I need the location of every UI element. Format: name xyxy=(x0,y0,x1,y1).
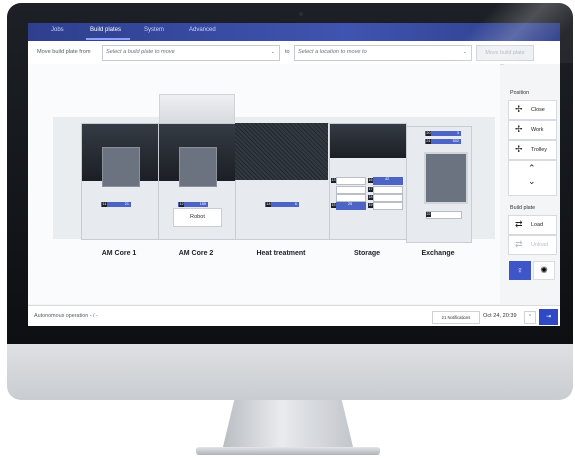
build-plate-heading: Build plate xyxy=(510,205,536,211)
monitor-stand-base xyxy=(196,447,380,455)
tab-system[interactable]: System xyxy=(144,27,164,33)
storage-slot-key: 13 xyxy=(331,178,336,183)
unload-icon: ⇄ xyxy=(515,239,523,249)
move-vertical-icon: ✢ xyxy=(515,144,523,154)
position-close-button[interactable]: ✢ Close xyxy=(508,100,557,120)
module-window xyxy=(179,147,217,187)
monitor-chin xyxy=(7,343,573,400)
monitor-stand-neck xyxy=(222,396,354,451)
unload-button[interactable]: ⇄ Unload xyxy=(508,235,557,255)
storage-slot[interactable] xyxy=(336,177,366,185)
position-trolley-button[interactable]: ✢ Trolley xyxy=(508,140,557,160)
storage-slot[interactable] xyxy=(373,202,403,210)
build-plate-tag[interactable]: 14 6 xyxy=(265,202,299,207)
position-heading: Position xyxy=(510,90,530,96)
load-icon: ⇄ xyxy=(515,219,523,229)
position-work-button[interactable]: ✢ Work xyxy=(508,120,557,140)
tab-advanced[interactable]: Advanced xyxy=(189,27,216,33)
app-screen: Jobs Build plates System Advanced Move b… xyxy=(28,23,560,326)
module-label-exchange: Exchange xyxy=(421,250,455,257)
build-plate-tag[interactable]: 20 3 xyxy=(425,131,461,136)
move-build-plate-button[interactable]: Move build plate xyxy=(476,45,534,61)
chevron-down-icon[interactable]: ⌄ xyxy=(528,176,536,187)
plant-overview: 11 21 AM Core 1 12 155 Robot AM Core 2 14 6… xyxy=(28,64,500,304)
operation-mode: Autonomous operation - / - xyxy=(34,313,98,319)
exchange-slot-key: 22 xyxy=(426,212,431,217)
chevron-down-icon: ⌄ xyxy=(462,49,467,55)
storage-slot-key: 18 xyxy=(368,195,373,200)
storage-slot[interactable] xyxy=(373,194,403,202)
datetime: Oct 24, 20:39 xyxy=(483,313,517,319)
storage-slot-key: 16 xyxy=(368,178,373,183)
logout-icon[interactable]: ⇥ xyxy=(539,309,558,325)
chevron-down-icon: ⌄ xyxy=(270,49,275,55)
build-plate-tag[interactable]: 12 155 xyxy=(178,202,208,207)
load-button[interactable]: ⇄ Load xyxy=(508,215,557,235)
control-panel: Position ✢ Close ✢ Work ✢ Trolley ⌃ ⌄ Bu… xyxy=(504,64,560,304)
storage-slot[interactable] xyxy=(373,186,403,194)
module-label-am-core-1: AM Core 1 xyxy=(101,250,137,257)
move-from-label: Move build plate from xyxy=(37,49,91,55)
status-bar: Autonomous operation - / - 21 Notificati… xyxy=(28,305,560,326)
robot-gantry xyxy=(159,94,235,125)
module-label-heat-treatment: Heat treatment xyxy=(256,250,306,257)
storage-slot[interactable] xyxy=(336,194,366,202)
notifications-button[interactable]: 21 Notifications xyxy=(432,311,480,324)
build-plate-select[interactable]: Select a build plate to move ⌄ xyxy=(102,45,280,61)
build-plate-tag[interactable]: 21 502 xyxy=(425,139,461,144)
top-tab-bar: Jobs Build plates System Advanced xyxy=(28,23,560,41)
lightbulb-icon[interactable]: ♀ xyxy=(509,261,531,280)
active-tab-indicator xyxy=(86,38,130,40)
storage-slot-key: 17 xyxy=(368,187,373,192)
storage-slot[interactable] xyxy=(336,186,366,194)
chevron-up-icon[interactable]: ⌃ xyxy=(524,311,536,324)
module-am-core-1[interactable] xyxy=(81,123,159,240)
location-select[interactable]: Select a location to move to ⌄ xyxy=(294,45,472,61)
exchange-window xyxy=(424,152,468,204)
module-label-am-core-2: AM Core 2 xyxy=(178,250,214,257)
build-plate-tag[interactable]: 11 21 xyxy=(101,202,131,207)
move-build-plate-bar: Move build plate from Select a build pla… xyxy=(28,41,560,65)
module-window xyxy=(102,147,140,187)
robot-box[interactable]: Robot xyxy=(173,208,222,227)
build-plate-select-placeholder: Select a build plate to move xyxy=(106,49,175,55)
camera-icon xyxy=(299,12,303,16)
storage-slot-value: 42 xyxy=(385,177,390,181)
chevron-up-icon[interactable]: ⌃ xyxy=(528,163,536,174)
move-vertical-icon: ✢ xyxy=(515,124,523,134)
storage-slot-value: 25 xyxy=(348,202,353,206)
storage-slot-key: 15 xyxy=(331,203,336,208)
move-vertical-icon: ✢ xyxy=(515,104,523,114)
module-label-storage: Storage xyxy=(353,250,381,257)
tab-jobs[interactable]: Jobs xyxy=(51,27,64,33)
jog-controls: ⌃ ⌄ xyxy=(508,160,557,196)
location-select-placeholder: Select a location to move to xyxy=(298,49,367,55)
light-on-icon[interactable]: ✺ xyxy=(533,261,555,280)
tab-build-plates[interactable]: Build plates xyxy=(90,27,121,33)
heat-treatment-chamber xyxy=(235,123,328,180)
exchange-slot[interactable] xyxy=(426,211,462,219)
storage-slot-key: 19 xyxy=(368,203,373,208)
move-to-label: to xyxy=(285,49,290,55)
